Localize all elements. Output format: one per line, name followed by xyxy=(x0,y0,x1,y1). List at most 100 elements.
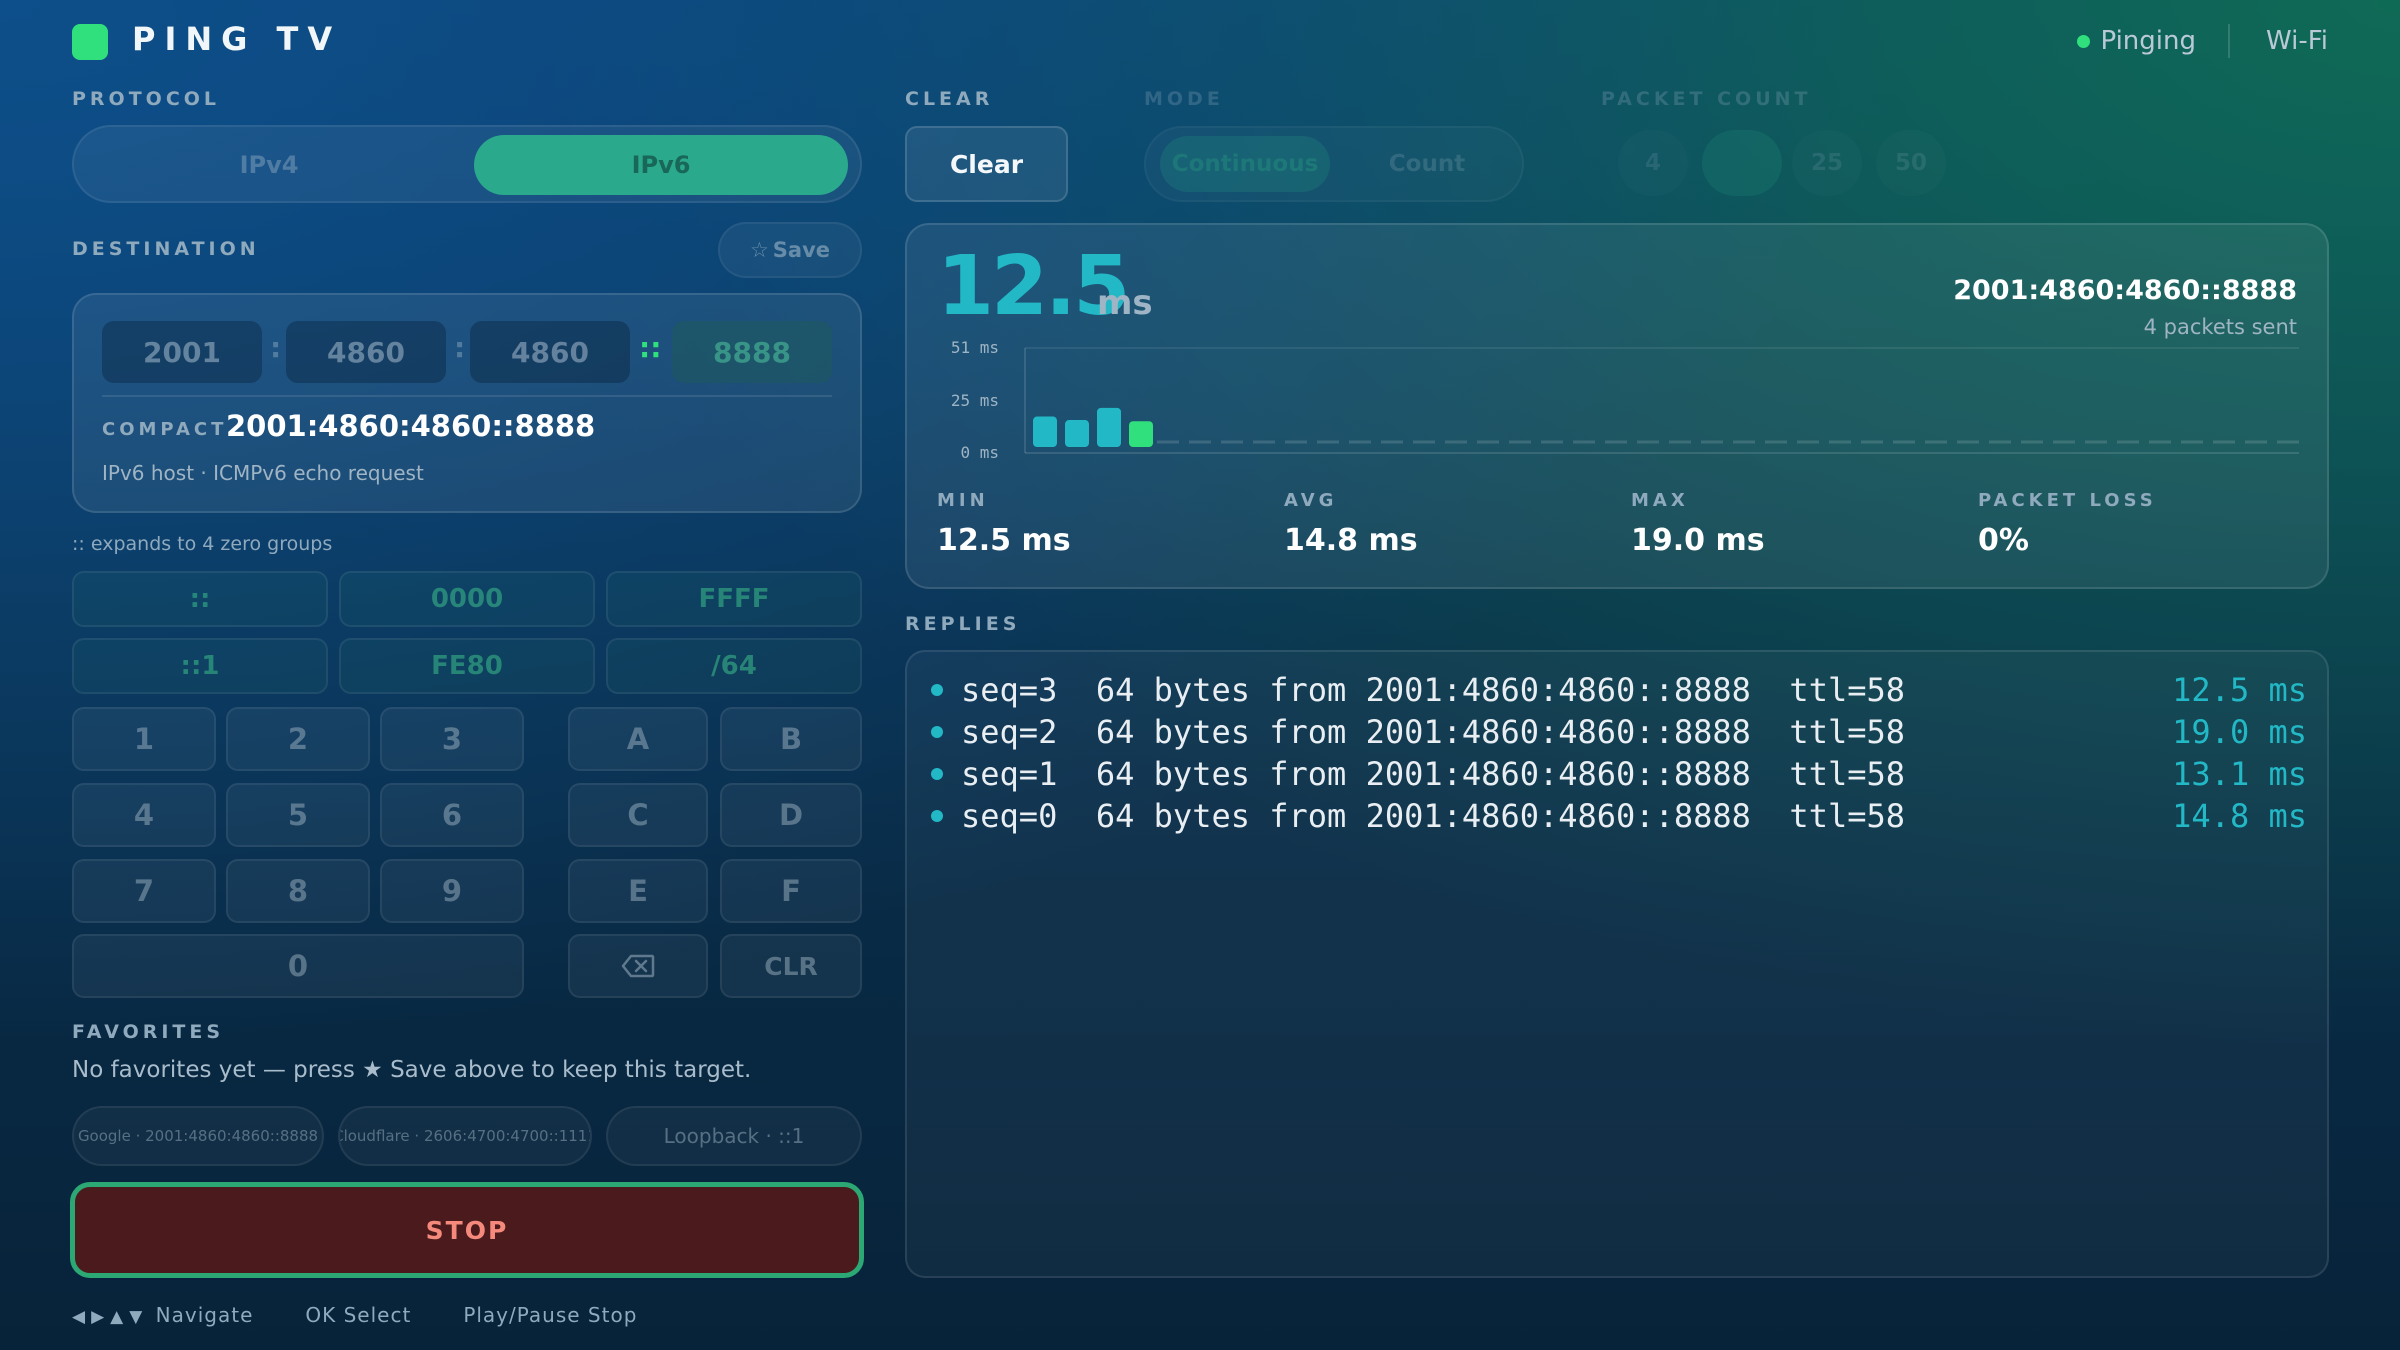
y-tick-label: 51 ms xyxy=(951,338,999,357)
min-label: MIN xyxy=(937,490,989,511)
key-d[interactable]: D xyxy=(720,783,862,847)
reply-dot-icon xyxy=(931,726,943,738)
navigate-hint: ◀▶▲▼ Navigate xyxy=(72,1303,253,1327)
key-1[interactable]: 1 xyxy=(72,707,216,771)
reply-dot-icon xyxy=(931,768,943,780)
reply-dot-icon xyxy=(931,684,943,696)
max-label: MAX xyxy=(1631,490,1689,511)
reply-latency: 14.8 ms xyxy=(2172,797,2307,835)
header-divider xyxy=(2228,24,2230,58)
destination-label: DESTINATION xyxy=(72,238,260,260)
app-logo xyxy=(72,24,108,60)
status-dot-icon xyxy=(2077,34,2091,48)
clear-key[interactable]: CLR xyxy=(720,934,862,998)
destination-card: 2001 : 4860 : 4860 :: 8888 COMPACT 2001:… xyxy=(72,293,862,513)
app-title: PING TV xyxy=(132,20,342,58)
protocol-toggle[interactable]: IPv4 IPv6 xyxy=(72,125,862,203)
expand-hint: :: expands to 4 zero groups xyxy=(72,533,333,555)
quick-key-loopback[interactable]: ::1 xyxy=(72,638,328,694)
reply-latency: 12.5 ms xyxy=(2172,671,2307,709)
backspace-key[interactable] xyxy=(568,934,708,998)
count-option-50[interactable]: 50 xyxy=(1876,130,1946,196)
key-4[interactable]: 4 xyxy=(72,783,216,847)
key-a[interactable]: A xyxy=(568,707,708,771)
reply-row: seq=3 64 bytes from 2001:4860:4860::8888… xyxy=(931,669,2307,711)
latency-bar xyxy=(1129,421,1153,447)
reply-row: seq=2 64 bytes from 2001:4860:4860::8888… xyxy=(931,711,2307,753)
mode-toggle[interactable]: Continuous Count xyxy=(1144,126,1524,202)
key-6[interactable]: 6 xyxy=(380,783,524,847)
quick-key-ffff[interactable]: FFFF xyxy=(606,571,862,627)
latency-bar xyxy=(1033,416,1057,447)
navigate-hint-label: Navigate xyxy=(155,1303,254,1327)
key-8[interactable]: 8 xyxy=(226,859,370,923)
count-option-4[interactable]: 4 xyxy=(1618,130,1688,196)
host-description: IPv6 host · ICMPv6 echo request xyxy=(102,461,424,485)
star-outline-icon: ☆ xyxy=(749,238,769,262)
max-value: 19.0 ms xyxy=(1631,523,1765,558)
favorite-chip-google[interactable]: Google · 2001:4860:4860::8888 xyxy=(72,1106,324,1166)
stop-hint: Play/Pause Stop xyxy=(463,1303,638,1327)
quick-key-prefix-64[interactable]: /64 xyxy=(606,638,862,694)
reply-text: seq=1 64 bytes from 2001:4860:4860::8888… xyxy=(961,755,1906,793)
latency-bar xyxy=(1065,420,1089,447)
reply-text: seq=2 64 bytes from 2001:4860:4860::8888… xyxy=(961,713,1906,751)
stats-card: 12.5 ms 2001:4860:4860::8888 4 packets s… xyxy=(905,223,2329,589)
key-9[interactable]: 9 xyxy=(380,859,524,923)
address-group-4[interactable]: 8888 xyxy=(672,321,832,383)
replies-label: REPLIES xyxy=(905,613,1021,635)
key-7[interactable]: 7 xyxy=(72,859,216,923)
reply-dot-icon xyxy=(931,810,943,822)
address-group-3[interactable]: 4860 xyxy=(470,321,630,383)
latest-latency-unit: ms xyxy=(1097,283,1153,323)
key-e[interactable]: E xyxy=(568,859,708,923)
count-option-25[interactable]: 25 xyxy=(1792,130,1862,196)
favorite-chip-loopback[interactable]: Loopback · ::1 xyxy=(606,1106,862,1166)
key-2[interactable]: 2 xyxy=(226,707,370,771)
key-5[interactable]: 5 xyxy=(226,783,370,847)
key-0[interactable]: 0 xyxy=(72,934,524,998)
key-3[interactable]: 3 xyxy=(380,707,524,771)
save-favorite-button[interactable]: ☆ Save xyxy=(718,222,862,278)
address-group-1[interactable]: 2001 xyxy=(102,321,262,383)
packet-loss-label: PACKET LOSS xyxy=(1978,490,2157,511)
arrow-left-icon: ◀ xyxy=(72,1307,92,1327)
avg-label: AVG xyxy=(1284,490,1338,511)
network-status: Wi-Fi xyxy=(2265,26,2328,56)
target-address: 2001:4860:4860::8888 xyxy=(1953,275,2297,306)
reply-row: seq=1 64 bytes from 2001:4860:4860::8888… xyxy=(931,753,2307,795)
protocol-option-ipv6[interactable]: IPv6 xyxy=(474,135,848,195)
key-f[interactable]: F xyxy=(720,859,862,923)
stop-button[interactable]: STOP xyxy=(70,1182,864,1278)
reply-text: seq=3 64 bytes from 2001:4860:4860::8888… xyxy=(961,671,1906,709)
backspace-icon xyxy=(621,954,655,978)
y-tick-label: 25 ms xyxy=(951,391,999,410)
quick-key-double-colon[interactable]: :: xyxy=(72,571,328,627)
y-tick-label: 0 ms xyxy=(960,443,999,462)
quick-key-fe80[interactable]: FE80 xyxy=(339,638,595,694)
save-label: Save xyxy=(772,238,831,262)
protocol-option-ipv4[interactable]: IPv4 xyxy=(82,135,456,195)
address-group-2[interactable]: 4860 xyxy=(286,321,446,383)
status-text: Pinging xyxy=(2100,26,2196,56)
min-value: 12.5 ms xyxy=(937,523,1071,558)
count-option-10[interactable] xyxy=(1702,130,1782,196)
address-separator: : xyxy=(270,331,282,364)
key-b[interactable]: B xyxy=(720,707,862,771)
mode-option-continuous[interactable]: Continuous xyxy=(1160,136,1330,192)
compact-address: 2001:4860:4860::8888 xyxy=(226,409,596,443)
key-c[interactable]: C xyxy=(568,783,708,847)
clear-button[interactable]: Clear xyxy=(905,126,1068,202)
arrow-down-icon: ▼ xyxy=(129,1307,149,1327)
latency-chart: 51 ms 25 ms 0 ms xyxy=(951,338,2299,462)
favorite-chip-cloudflare[interactable]: Cloudflare · 2606:4700:4700::1111 xyxy=(338,1106,592,1166)
reply-latency: 13.1 ms xyxy=(2172,755,2307,793)
mode-label: MODE xyxy=(1144,88,1224,110)
mode-option-count[interactable]: Count xyxy=(1342,136,1512,192)
arrow-right-icon: ▶ xyxy=(91,1307,111,1327)
compact-label: COMPACT xyxy=(102,419,228,440)
divider xyxy=(102,395,832,397)
reply-latency: 19.0 ms xyxy=(2172,713,2307,751)
replies-log[interactable]: seq=3 64 bytes from 2001:4860:4860::8888… xyxy=(905,650,2329,1278)
quick-key-0000[interactable]: 0000 xyxy=(339,571,595,627)
